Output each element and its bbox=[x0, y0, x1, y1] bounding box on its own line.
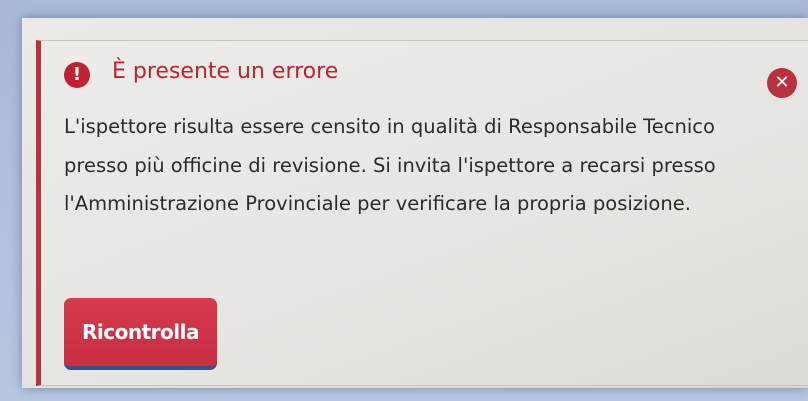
close-glyph: ✕ bbox=[774, 72, 790, 93]
alert-icon-glyph: ! bbox=[72, 64, 82, 85]
window-frame: ! È presente un errore ✕ L'ispettore ris… bbox=[0, 0, 808, 401]
exclamation-circle-icon: ! bbox=[64, 62, 90, 88]
alert-message: L'ispettore risulta essere censito in qu… bbox=[64, 115, 716, 215]
alert-title: È presente un errore bbox=[112, 59, 339, 84]
close-icon[interactable]: ✕ bbox=[767, 68, 797, 98]
ricontrolla-button[interactable]: Ricontrolla bbox=[64, 298, 217, 370]
